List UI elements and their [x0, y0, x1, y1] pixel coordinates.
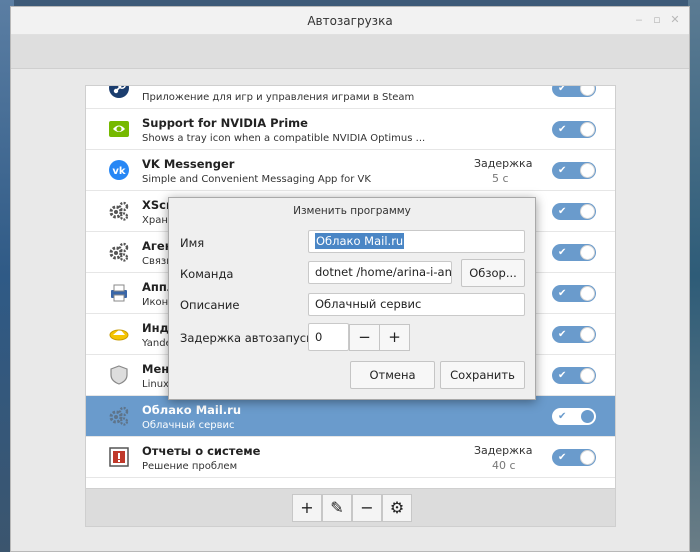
window-title: Автозагрузка	[307, 14, 393, 28]
app-description: Решение проблем	[142, 461, 238, 472]
list-item[interactable]: Steam Приложение для игр и управления игр…	[86, 85, 615, 109]
edit-button[interactable]: ✎	[322, 494, 352, 522]
delay-value: 5 с	[492, 172, 509, 185]
edit-program-dialog: Изменить программу Имя Облако Mail.ru Ко…	[168, 197, 536, 400]
delay-label: Задержка	[474, 444, 533, 457]
toggle-knob	[580, 368, 595, 383]
enable-toggle[interactable]: ✔	[552, 326, 596, 343]
cancel-button[interactable]: Отмена	[350, 361, 435, 389]
save-button[interactable]: Сохранить	[440, 361, 525, 389]
enable-toggle[interactable]: ✔	[552, 408, 596, 425]
toggle-knob	[580, 409, 595, 424]
gear-icon	[108, 241, 130, 263]
dialog-title: Изменить программу	[293, 205, 411, 217]
nvidia-icon	[108, 118, 130, 140]
toggle-knob	[580, 286, 595, 301]
check-icon: ✔	[558, 165, 567, 176]
header-bar	[11, 35, 689, 69]
command-label: Команда	[180, 267, 234, 281]
description-label: Описание	[180, 298, 240, 312]
enable-toggle[interactable]: ✔	[552, 85, 596, 97]
delay-increase-button[interactable]: +	[379, 324, 410, 351]
enable-toggle[interactable]: ✔	[552, 285, 596, 302]
delay-decrease-button[interactable]: −	[349, 324, 380, 351]
bottom-toolbar: + ✎ − ⚙	[85, 489, 616, 527]
list-item[interactable]: Отчеты о системе Решение проблем Задержка 4…	[86, 437, 615, 478]
delay-label: Задержка автозапуска	[180, 331, 321, 345]
delay-label: Задержка	[474, 157, 533, 170]
app-name: Steam	[142, 86, 183, 89]
app-description: Приложение для игр и управления играми в…	[142, 92, 415, 103]
toggle-knob	[580, 245, 595, 260]
app-description: Linux	[142, 379, 169, 390]
app-name: Облако Mail.ru	[142, 403, 242, 417]
run-now-button[interactable]: ⚙	[382, 494, 412, 522]
add-button[interactable]: +	[292, 494, 322, 522]
name-label: Имя	[180, 236, 205, 250]
printer-icon	[108, 282, 130, 304]
toggle-knob	[580, 204, 595, 219]
shield-icon	[108, 364, 130, 386]
app-description: Shows a tray icon when a compatible NVID…	[142, 133, 426, 144]
name-field[interactable]: Облако Mail.ru	[308, 230, 525, 253]
name-field-value: Облако Mail.ru	[315, 233, 405, 249]
close-icon[interactable]: ✕	[669, 14, 681, 26]
list-item[interactable]: Support for NVIDIA Prime Shows a tray ico…	[86, 109, 615, 150]
gear-icon	[108, 405, 130, 427]
list-item[interactable]: vk VK Messenger Simple and Convenient Mess…	[86, 150, 615, 191]
browse-button[interactable]: Обзор...	[461, 259, 525, 287]
app-name: Отчеты о системе	[142, 444, 261, 458]
steam-icon	[108, 86, 130, 99]
enable-toggle[interactable]: ✔	[552, 367, 596, 384]
check-icon: ✔	[558, 85, 567, 94]
enable-toggle[interactable]: ✔	[552, 121, 596, 138]
description-field[interactable]: Облачный сервис	[308, 293, 525, 316]
command-field[interactable]: dotnet /home/arina-i-antc	[308, 261, 452, 284]
titlebar: Автозагрузка ‒ ▫ ✕	[11, 7, 689, 35]
check-icon: ✔	[558, 370, 567, 381]
list-item[interactable]: Облако Mail.ru Облачный сервис ✔	[86, 396, 615, 437]
toggle-knob	[580, 327, 595, 342]
enable-toggle[interactable]: ✔	[552, 244, 596, 261]
delay-value: 40 с	[492, 459, 516, 472]
remove-button[interactable]: −	[352, 494, 382, 522]
enable-toggle[interactable]: ✔	[552, 449, 596, 466]
gear-icon	[108, 200, 130, 222]
app-description: Облачный сервис	[142, 420, 235, 431]
toggle-knob	[580, 163, 595, 178]
vk-icon: vk	[108, 159, 130, 181]
svg-text:vk: vk	[112, 166, 126, 177]
report-icon	[108, 446, 130, 468]
check-icon: ✔	[558, 288, 567, 299]
yandex-disk-icon	[108, 323, 130, 345]
app-description: Simple and Convenient Messaging App for …	[142, 174, 371, 185]
minimize-icon[interactable]: ‒	[633, 14, 645, 26]
app-name: Support for NVIDIA Prime	[142, 116, 308, 130]
check-icon: ✔	[558, 329, 567, 340]
enable-toggle[interactable]: ✔	[552, 203, 596, 220]
app-name: VK Messenger	[142, 157, 235, 171]
delay-input[interactable]: 0	[308, 323, 349, 351]
app-description: Хран	[142, 215, 168, 226]
toggle-knob	[580, 86, 595, 96]
check-icon: ✔	[558, 247, 567, 258]
check-icon: ✔	[558, 206, 567, 217]
check-icon: ✔	[558, 452, 567, 463]
check-icon: ✔	[558, 411, 567, 422]
toggle-knob	[580, 450, 595, 465]
check-icon: ✔	[558, 124, 567, 135]
enable-toggle[interactable]: ✔	[552, 162, 596, 179]
maximize-icon[interactable]: ▫	[651, 14, 663, 26]
toggle-knob	[580, 122, 595, 137]
